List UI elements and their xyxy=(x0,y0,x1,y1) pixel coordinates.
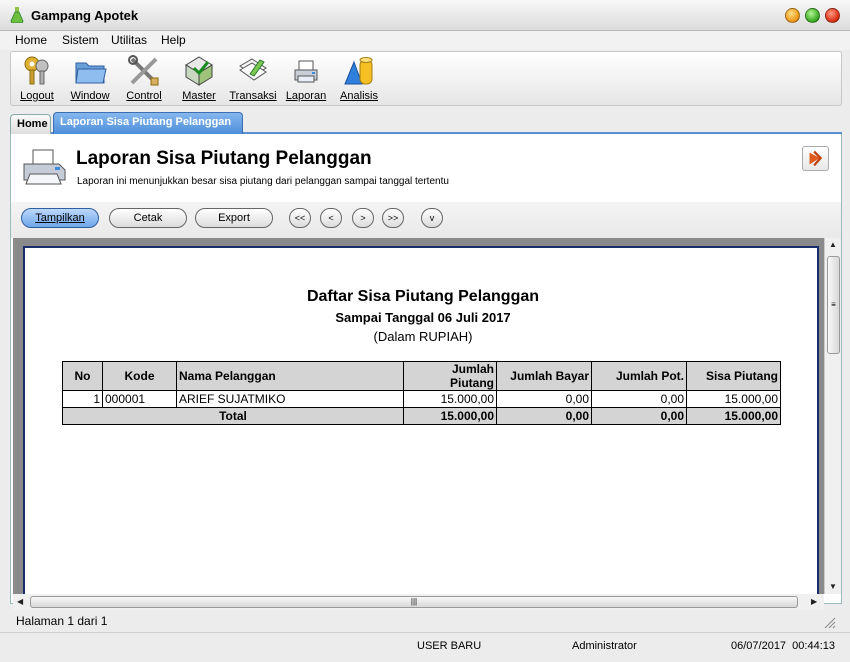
menu-sistem[interactable]: Sistem xyxy=(62,33,99,47)
tab-strip: Home Laporan Sisa Piutang Pelanggan xyxy=(10,112,842,134)
scroll-left-icon[interactable]: ◀ xyxy=(17,597,23,606)
master-icon xyxy=(185,56,213,86)
minimize-button[interactable] xyxy=(785,8,800,23)
page-title: Laporan Sisa Piutang Pelanggan xyxy=(76,148,372,169)
status-datetime: 06/07/2017 00:44:13 xyxy=(731,640,835,652)
vertical-scroll-thumb[interactable]: ≡ xyxy=(827,256,840,354)
scroll-down-icon[interactable]: ▼ xyxy=(829,582,837,591)
tab-home[interactable]: Home xyxy=(10,114,51,134)
report-subtitle: Sampai Tanggal 06 Juli 2017 xyxy=(335,310,511,325)
horizontal-scroll-thumb[interactable]: ||| xyxy=(30,596,798,608)
tampilkan-button[interactable]: Tampilkan xyxy=(21,208,99,228)
printer-icon xyxy=(23,149,66,185)
tools-icon xyxy=(128,55,159,86)
more-options-button[interactable]: v xyxy=(421,208,443,228)
col-kode: Kode xyxy=(102,361,177,391)
maximize-button[interactable] xyxy=(805,8,820,23)
status-role: Administrator xyxy=(572,640,637,652)
tab-laporan-sisa-piutang[interactable]: Laporan Sisa Piutang Pelanggan xyxy=(53,112,243,134)
master-button[interactable]: Master xyxy=(179,54,219,105)
analisis-button[interactable]: Analisis xyxy=(337,54,381,105)
title-bar: Gampang Apotek xyxy=(0,0,850,31)
toolbar: Logout Window Control Master Transaksi L… xyxy=(10,51,842,106)
status-bar: USER BARU Administrator 06/07/2017 00:44… xyxy=(0,632,850,662)
report-unit: (Dalam RUPIAH) xyxy=(373,329,473,344)
transaksi-button[interactable]: Transaksi xyxy=(227,54,279,105)
last-page-button[interactable]: >> xyxy=(382,208,404,228)
report-title: Daftar Sisa Piutang Pelanggan xyxy=(306,288,540,305)
col-no: No xyxy=(62,361,103,391)
prev-page-button[interactable]: < xyxy=(320,208,342,228)
logout-button[interactable]: Logout xyxy=(15,54,59,105)
report-panel: Laporan Sisa Piutang Pelanggan Laporan i… xyxy=(10,134,842,610)
receivables-table: No Kode Nama Pelanggan Jumlah Piutang Ju… xyxy=(62,361,781,425)
total-row: Total 15.000,00 0,00 0,00 15.000,00 xyxy=(62,407,781,425)
menu-help[interactable]: Help xyxy=(161,33,186,47)
close-button[interactable] xyxy=(825,8,840,23)
col-nama: Nama Pelanggan xyxy=(176,361,404,391)
export-button[interactable]: Export xyxy=(195,208,273,228)
horizontal-scrollbar[interactable]: ◀ ||| ▶ xyxy=(13,594,824,610)
window-title: Gampang Apotek xyxy=(31,8,139,23)
col-sisa-piutang: Sisa Piutang xyxy=(686,361,781,391)
control-button[interactable]: Control xyxy=(123,54,165,105)
close-report-button[interactable] xyxy=(802,146,829,171)
exit-arrow-icon xyxy=(809,150,823,167)
app-flask-icon xyxy=(10,7,24,23)
printer-icon xyxy=(294,60,318,83)
cetak-button[interactable]: Cetak xyxy=(109,208,187,228)
menu-utilitas[interactable]: Utilitas xyxy=(111,33,147,47)
action-bar: Tampilkan Cetak Export << < > >> v xyxy=(11,202,841,238)
page-indicator: Halaman 1 dari 1 xyxy=(16,614,108,628)
report-page: Daftar Sisa Piutang Pelanggan Sampai Tan… xyxy=(23,246,819,594)
resize-grip-icon[interactable] xyxy=(824,617,836,629)
analysis-icon xyxy=(344,57,373,85)
table-header-row: No Kode Nama Pelanggan Jumlah Piutang Ju… xyxy=(62,361,781,391)
scroll-right-icon[interactable]: ▶ xyxy=(811,597,817,606)
folder-icon xyxy=(75,62,107,84)
col-jumlah-piutang: Jumlah Piutang xyxy=(403,361,497,391)
status-user: USER BARU xyxy=(417,640,482,652)
next-page-button[interactable]: > xyxy=(352,208,374,228)
laporan-button[interactable]: Laporan xyxy=(283,54,329,105)
table-row: 1 000001 ARIEF SUJATMIKO 15.000,00 0,00 … xyxy=(62,390,781,408)
report-viewer: Daftar Sisa Piutang Pelanggan Sampai Tan… xyxy=(13,238,824,594)
page-subtitle: Laporan ini menunjukkan besar sisa piuta… xyxy=(77,176,449,187)
vertical-scrollbar[interactable]: ▲ ≡ ▼ xyxy=(824,238,841,594)
window-button[interactable]: Window xyxy=(67,54,113,105)
menu-home[interactable]: Home xyxy=(15,33,47,47)
first-page-button[interactable]: << xyxy=(289,208,311,228)
scroll-up-icon[interactable]: ▲ xyxy=(829,240,837,249)
menu-bar: Home Sistem Utilitas Help xyxy=(0,31,850,50)
col-jumlah-bayar: Jumlah Bayar xyxy=(496,361,592,391)
transaction-icon xyxy=(239,58,267,81)
keys-icon xyxy=(24,56,49,85)
col-jumlah-pot: Jumlah Pot. xyxy=(591,361,687,391)
